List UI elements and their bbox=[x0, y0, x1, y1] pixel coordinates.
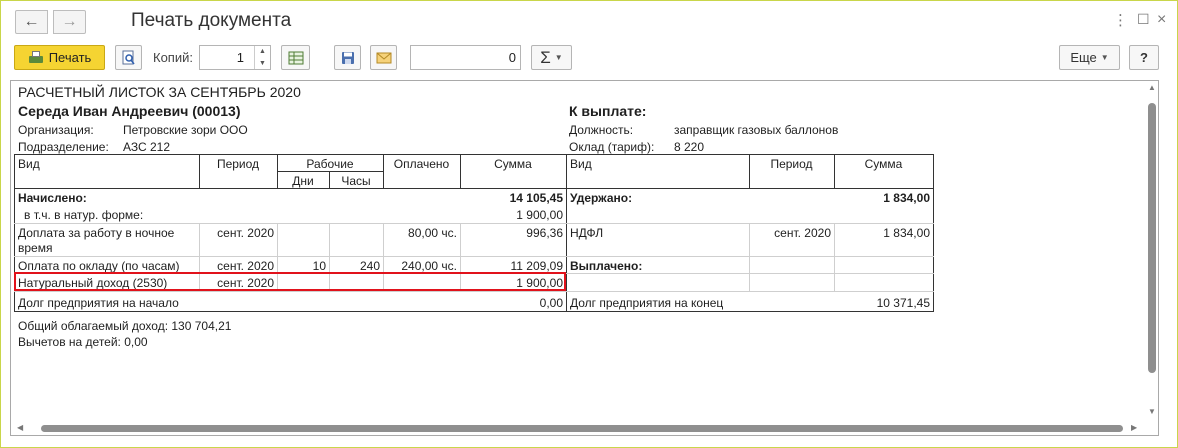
withheld-total: 1 834,00 bbox=[883, 191, 930, 205]
org-label: Организация: bbox=[18, 123, 94, 137]
header-period: Период bbox=[216, 157, 260, 171]
preview-button[interactable] bbox=[115, 45, 142, 70]
header-work: Рабочие bbox=[306, 157, 354, 171]
taxable-income: Общий облагаемый доход: 130 704,21 bbox=[18, 319, 232, 333]
highlight-frame bbox=[14, 272, 566, 291]
header-hours: Часы bbox=[341, 174, 371, 188]
row-type: Доплата за работу в ночное bbox=[18, 226, 175, 240]
payslip-document: РАСЧЕТНЫЙ ЛИСТОК ЗА СЕНТЯБРЬ 2020 Середа… bbox=[11, 81, 1145, 421]
paid-out-label: Выплачено: bbox=[570, 259, 643, 273]
withheld-label: Удержано: bbox=[570, 191, 633, 205]
debt-end-label: Долг предприятия на конец bbox=[570, 296, 724, 310]
header-type: Вид bbox=[18, 157, 40, 171]
header-sum: Сумма bbox=[494, 157, 532, 171]
payslip-title: РАСЧЕТНЫЙ ЛИСТОК ЗА СЕНТЯБРЬ 2020 bbox=[18, 84, 301, 100]
copies-stepper[interactable]: ▲ ▼ bbox=[254, 46, 270, 69]
row-sum: 996,36 bbox=[526, 226, 563, 240]
chevron-down-icon[interactable]: ▼ bbox=[259, 60, 266, 67]
selected-sum-field[interactable]: 0 bbox=[410, 45, 521, 70]
header-sum-right: Сумма bbox=[864, 157, 903, 171]
dept-label: Подразделение: bbox=[18, 140, 109, 154]
debt-end-value: 10 371,45 bbox=[876, 296, 930, 310]
envelope-icon bbox=[376, 52, 391, 63]
title-bar: ← → Печать документа ⋮ ☐ × bbox=[1, 1, 1177, 41]
document-viewer[interactable]: РАСЧЕТНЫЙ ЛИСТОК ЗА СЕНТЯБРЬ 2020 Середа… bbox=[10, 80, 1159, 436]
debt-start-label: Долг предприятия на начало bbox=[18, 296, 179, 310]
horizontal-scrollbar[interactable]: ◀ ▶ bbox=[11, 421, 1145, 435]
ndfl-type: НДФЛ bbox=[570, 226, 604, 240]
ndfl-sum: 1 834,00 bbox=[883, 226, 930, 240]
employee-name: Середа Иван Андреевич (00013) bbox=[18, 103, 241, 119]
arrow-right-icon: → bbox=[61, 13, 78, 30]
arrow-left-icon: ← bbox=[23, 13, 40, 30]
more-button-label: Еще bbox=[1070, 50, 1097, 65]
to-pay-label: К выплате: bbox=[569, 103, 647, 119]
preview-icon bbox=[122, 50, 135, 64]
help-button[interactable]: ? bbox=[1129, 45, 1159, 70]
chevron-up-icon[interactable]: ▲ bbox=[259, 48, 266, 55]
dept-value: АЗС 212 bbox=[123, 140, 171, 154]
row-type: Оплата по окладу (по часам) bbox=[18, 259, 180, 273]
print-settings-button[interactable] bbox=[281, 45, 310, 70]
printer-icon bbox=[28, 50, 44, 65]
row-days: 10 bbox=[312, 259, 326, 273]
accrued-total: 14 105,45 bbox=[509, 191, 563, 205]
chevron-down-icon: ▼ bbox=[1100, 53, 1109, 62]
in-kind-label: в т.ч. в натур. форме: bbox=[24, 208, 144, 222]
print-button[interactable]: Печать bbox=[14, 45, 105, 70]
help-icon: ? bbox=[1140, 50, 1148, 65]
debt-start-value: 0,00 bbox=[539, 296, 563, 310]
print-button-label: Печать bbox=[48, 50, 92, 65]
more-actions-icon[interactable]: ⋮ bbox=[1113, 11, 1128, 29]
scroll-up-icon[interactable]: ▲ bbox=[1148, 83, 1156, 92]
more-button[interactable]: Еще ▼ bbox=[1059, 45, 1120, 70]
chevron-down-icon: ▼ bbox=[554, 53, 563, 62]
row-paid: 80,00 чс. bbox=[408, 226, 457, 240]
sum-mode-button[interactable]: Σ ▼ bbox=[531, 45, 572, 70]
header-type-right: Вид bbox=[570, 157, 592, 171]
copies-label: Копий: bbox=[153, 50, 193, 65]
row-type-cont: время bbox=[18, 241, 53, 255]
back-button[interactable]: ← bbox=[15, 10, 48, 34]
toolbar: Печать Копий: 1 ▲ ▼ 0 Σ ▼ Еще ▼ ? bbox=[1, 43, 1177, 73]
row-hours: 240 bbox=[359, 259, 380, 273]
vertical-scroll-thumb[interactable] bbox=[1148, 103, 1156, 373]
ndfl-period: сент. 2020 bbox=[774, 226, 831, 240]
send-email-button[interactable] bbox=[370, 45, 397, 70]
scroll-right-icon[interactable]: ▶ bbox=[1131, 423, 1137, 432]
window-title: Печать документа bbox=[131, 10, 292, 31]
header-days: Дни bbox=[292, 174, 314, 188]
in-kind-value: 1 900,00 bbox=[516, 208, 563, 222]
child-deductions: Вычетов на детей: 0,00 bbox=[18, 335, 148, 349]
save-button[interactable] bbox=[334, 45, 361, 70]
horizontal-scroll-thumb[interactable] bbox=[41, 425, 1123, 432]
close-icon[interactable]: × bbox=[1157, 11, 1166, 29]
sigma-icon: Σ bbox=[540, 47, 551, 67]
row-sum: 11 209,09 bbox=[510, 259, 564, 273]
vertical-scrollbar[interactable]: ▲ ▼ bbox=[1145, 81, 1158, 421]
salary-value: 8 220 bbox=[674, 140, 705, 154]
header-period-right: Период bbox=[770, 157, 813, 171]
header-paid: Оплачено bbox=[393, 157, 450, 171]
scroll-left-icon[interactable]: ◀ bbox=[17, 423, 23, 432]
org-value: Петровские зори ООО bbox=[123, 123, 248, 137]
salary-label: Оклад (тариф): bbox=[569, 140, 655, 154]
maximize-icon[interactable]: ☐ bbox=[1137, 11, 1150, 28]
accrued-label: Начислено: bbox=[18, 191, 87, 205]
row-period: сент. 2020 bbox=[217, 259, 274, 273]
table-settings-icon bbox=[288, 51, 303, 64]
print-document-window: ← → Печать документа ⋮ ☐ × Печать Копий:… bbox=[0, 0, 1178, 448]
scroll-down-icon[interactable]: ▼ bbox=[1148, 407, 1156, 416]
row-paid: 240,00 чс. bbox=[401, 259, 457, 273]
position-value: заправщик газовых баллонов bbox=[674, 123, 839, 137]
floppy-disk-icon bbox=[341, 51, 354, 64]
forward-button[interactable]: → bbox=[53, 10, 86, 34]
position-label: Должность: bbox=[569, 123, 634, 137]
row-period: сент. 2020 bbox=[217, 226, 274, 240]
